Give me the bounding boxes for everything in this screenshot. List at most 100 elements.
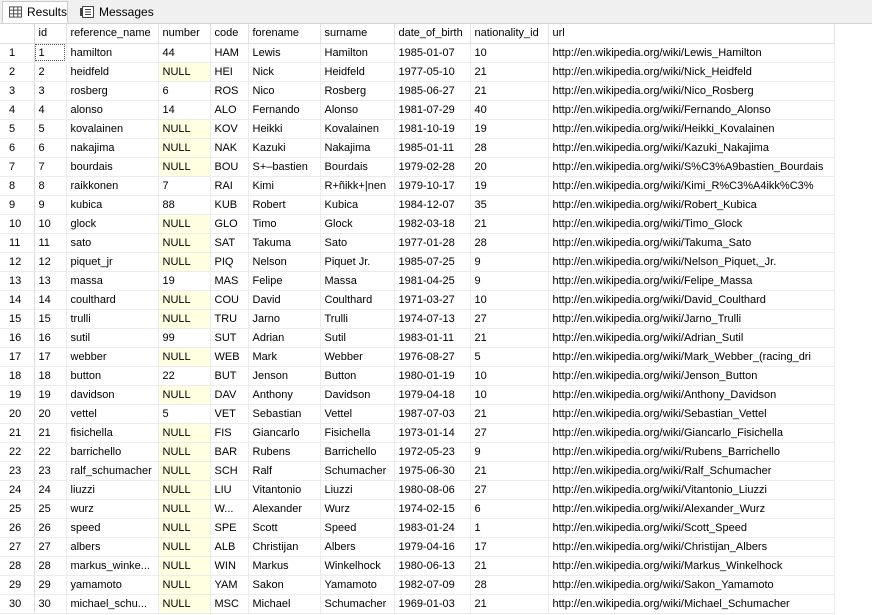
table-row[interactable]: 25 25 wurz NULL W... Alexander Wurz 1974-02-15 6… — [0, 499, 835, 519]
cell-forename[interactable]: Kimi — [248, 176, 321, 196]
table-row[interactable]: 1 1 hamilton 44 HAM Lewis Hamilton 1985-01-07 10… — [0, 43, 835, 63]
cell-reference-name[interactable]: button — [66, 366, 159, 386]
cell-number[interactable]: 7 — [158, 176, 211, 196]
cell-url[interactable]: http://en.wikipedia.org/wiki/Ralf_Schuma… — [548, 461, 835, 481]
cell-number[interactable]: NULL — [158, 423, 211, 443]
cell-nationality-id[interactable]: 21 — [470, 214, 549, 234]
cell-number[interactable]: NULL — [158, 594, 211, 614]
cell-reference-name[interactable]: vettel — [66, 404, 159, 424]
cell-nationality-id[interactable]: 28 — [470, 575, 549, 595]
cell-id[interactable]: 12 — [34, 252, 67, 272]
cell-code[interactable]: LIU — [210, 480, 249, 500]
cell-surname[interactable]: Alonso — [320, 100, 395, 120]
cell-date-of-birth[interactable]: 1985-01-07 — [394, 43, 471, 63]
cell-number[interactable]: NULL — [158, 138, 211, 158]
cell-reference-name[interactable]: sato — [66, 233, 159, 253]
cell-code[interactable]: TRU — [210, 309, 249, 329]
cell-reference-name[interactable]: wurz — [66, 499, 159, 519]
cell-nationality-id[interactable]: 35 — [470, 195, 549, 215]
cell-code[interactable]: MSC — [210, 594, 249, 614]
cell-date-of-birth[interactable]: 1982-07-09 — [394, 575, 471, 595]
cell-number[interactable]: 6 — [158, 81, 211, 101]
cell-code[interactable]: SPE — [210, 518, 249, 538]
cell-code[interactable]: HAM — [210, 43, 249, 63]
cell-url[interactable]: http://en.wikipedia.org/wiki/Adrian_Suti… — [548, 328, 835, 348]
cell-surname[interactable]: Kovalainen — [320, 119, 395, 139]
cell-forename[interactable]: Christijan — [248, 537, 321, 557]
column-header-id[interactable]: id — [34, 24, 67, 44]
table-row[interactable]: 20 20 vettel 5 VET Sebastian Vettel 1987-07-03 2… — [0, 404, 835, 424]
cell-id[interactable]: 5 — [34, 119, 67, 139]
cell-code[interactable]: WEB — [210, 347, 249, 367]
cell-date-of-birth[interactable]: 1980-06-13 — [394, 556, 471, 576]
cell-number[interactable]: NULL — [158, 518, 211, 538]
row-number-cell[interactable]: 10 — [0, 214, 35, 234]
cell-url[interactable]: http://en.wikipedia.org/wiki/Heikki_Kova… — [548, 119, 835, 139]
cell-number[interactable]: NULL — [158, 442, 211, 462]
cell-surname[interactable]: Coulthard — [320, 290, 395, 310]
table-row[interactable]: 5 5 kovalainen NULL KOV Heikki Kovalainen 1981-… — [0, 119, 835, 139]
cell-code[interactable]: NAK — [210, 138, 249, 158]
row-number-cell[interactable]: 25 — [0, 499, 35, 519]
row-number-cell[interactable]: 19 — [0, 385, 35, 405]
cell-surname[interactable]: Speed — [320, 518, 395, 538]
cell-number[interactable]: NULL — [158, 347, 211, 367]
cell-code[interactable]: SUT — [210, 328, 249, 348]
cell-forename[interactable]: Fernando — [248, 100, 321, 120]
cell-date-of-birth[interactable]: 1985-07-25 — [394, 252, 471, 272]
cell-reference-name[interactable]: albers — [66, 537, 159, 557]
row-number-cell[interactable]: 16 — [0, 328, 35, 348]
cell-number[interactable]: NULL — [158, 62, 211, 82]
row-number-cell[interactable]: 8 — [0, 176, 35, 196]
cell-surname[interactable]: Yamamoto — [320, 575, 395, 595]
cell-code[interactable]: GLO — [210, 214, 249, 234]
cell-surname[interactable]: Barrichello — [320, 442, 395, 462]
cell-date-of-birth[interactable]: 1981-07-29 — [394, 100, 471, 120]
table-row[interactable]: 28 28 markus_winke... NULL WIN Markus Winkelho… — [0, 556, 835, 576]
cell-forename[interactable]: Robert — [248, 195, 321, 215]
cell-date-of-birth[interactable]: 1981-10-19 — [394, 119, 471, 139]
cell-url[interactable]: http://en.wikipedia.org/wiki/Kazuki_Naka… — [548, 138, 835, 158]
cell-date-of-birth[interactable]: 1974-02-15 — [394, 499, 471, 519]
cell-id[interactable]: 4 — [34, 100, 67, 120]
row-number-cell[interactable]: 13 — [0, 271, 35, 291]
table-row[interactable]: 11 11 sato NULL SAT Takuma Sato 1977-01-28 28 htt… — [0, 233, 835, 253]
table-row[interactable]: 8 8 raikkonen 7 RAI Kimi R+ñikk+|nen 1979-10-17… — [0, 176, 835, 196]
cell-forename[interactable]: Jarno — [248, 309, 321, 329]
cell-nationality-id[interactable]: 21 — [470, 81, 549, 101]
row-number-cell[interactable]: 18 — [0, 366, 35, 386]
cell-id[interactable]: 13 — [34, 271, 67, 291]
cell-reference-name[interactable]: heidfeld — [66, 62, 159, 82]
cell-id[interactable]: 1 — [34, 43, 67, 63]
cell-code[interactable]: VET — [210, 404, 249, 424]
cell-date-of-birth[interactable]: 1979-04-16 — [394, 537, 471, 557]
cell-id[interactable]: 17 — [34, 347, 67, 367]
cell-reference-name[interactable]: ralf_schumacher — [66, 461, 159, 481]
cell-number[interactable]: NULL — [158, 157, 211, 177]
cell-code[interactable]: MAS — [210, 271, 249, 291]
cell-id[interactable]: 2 — [34, 62, 67, 82]
cell-id[interactable]: 23 — [34, 461, 67, 481]
cell-nationality-id[interactable]: 9 — [470, 442, 549, 462]
cell-reference-name[interactable]: yamamoto — [66, 575, 159, 595]
cell-nationality-id[interactable]: 21 — [470, 328, 549, 348]
cell-surname[interactable]: Heidfeld — [320, 62, 395, 82]
cell-code[interactable]: W... — [210, 499, 249, 519]
cell-code[interactable]: COU — [210, 290, 249, 310]
cell-code[interactable]: SCH — [210, 461, 249, 481]
cell-forename[interactable]: Felipe — [248, 271, 321, 291]
cell-id[interactable]: 7 — [34, 157, 67, 177]
row-number-cell[interactable]: 5 — [0, 119, 35, 139]
table-row[interactable]: 22 22 barrichello NULL BAR Rubens Barrichello 1… — [0, 442, 835, 462]
cell-number[interactable]: 44 — [158, 43, 211, 63]
table-row[interactable]: 3 3 rosberg 6 ROS Nico Rosberg 1985-06-27 21 http… — [0, 81, 835, 101]
column-header-number[interactable]: number — [158, 24, 211, 44]
cell-forename[interactable]: Heikki — [248, 119, 321, 139]
cell-reference-name[interactable]: kubica — [66, 195, 159, 215]
cell-number[interactable]: NULL — [158, 214, 211, 234]
cell-surname[interactable]: Liuzzi — [320, 480, 395, 500]
cell-url[interactable]: http://en.wikipedia.org/wiki/Jarno_Trull… — [548, 309, 835, 329]
cell-nationality-id[interactable]: 10 — [470, 290, 549, 310]
cell-number[interactable]: 19 — [158, 271, 211, 291]
cell-url[interactable]: http://en.wikipedia.org/wiki/Lewis_Hamil… — [548, 43, 835, 63]
